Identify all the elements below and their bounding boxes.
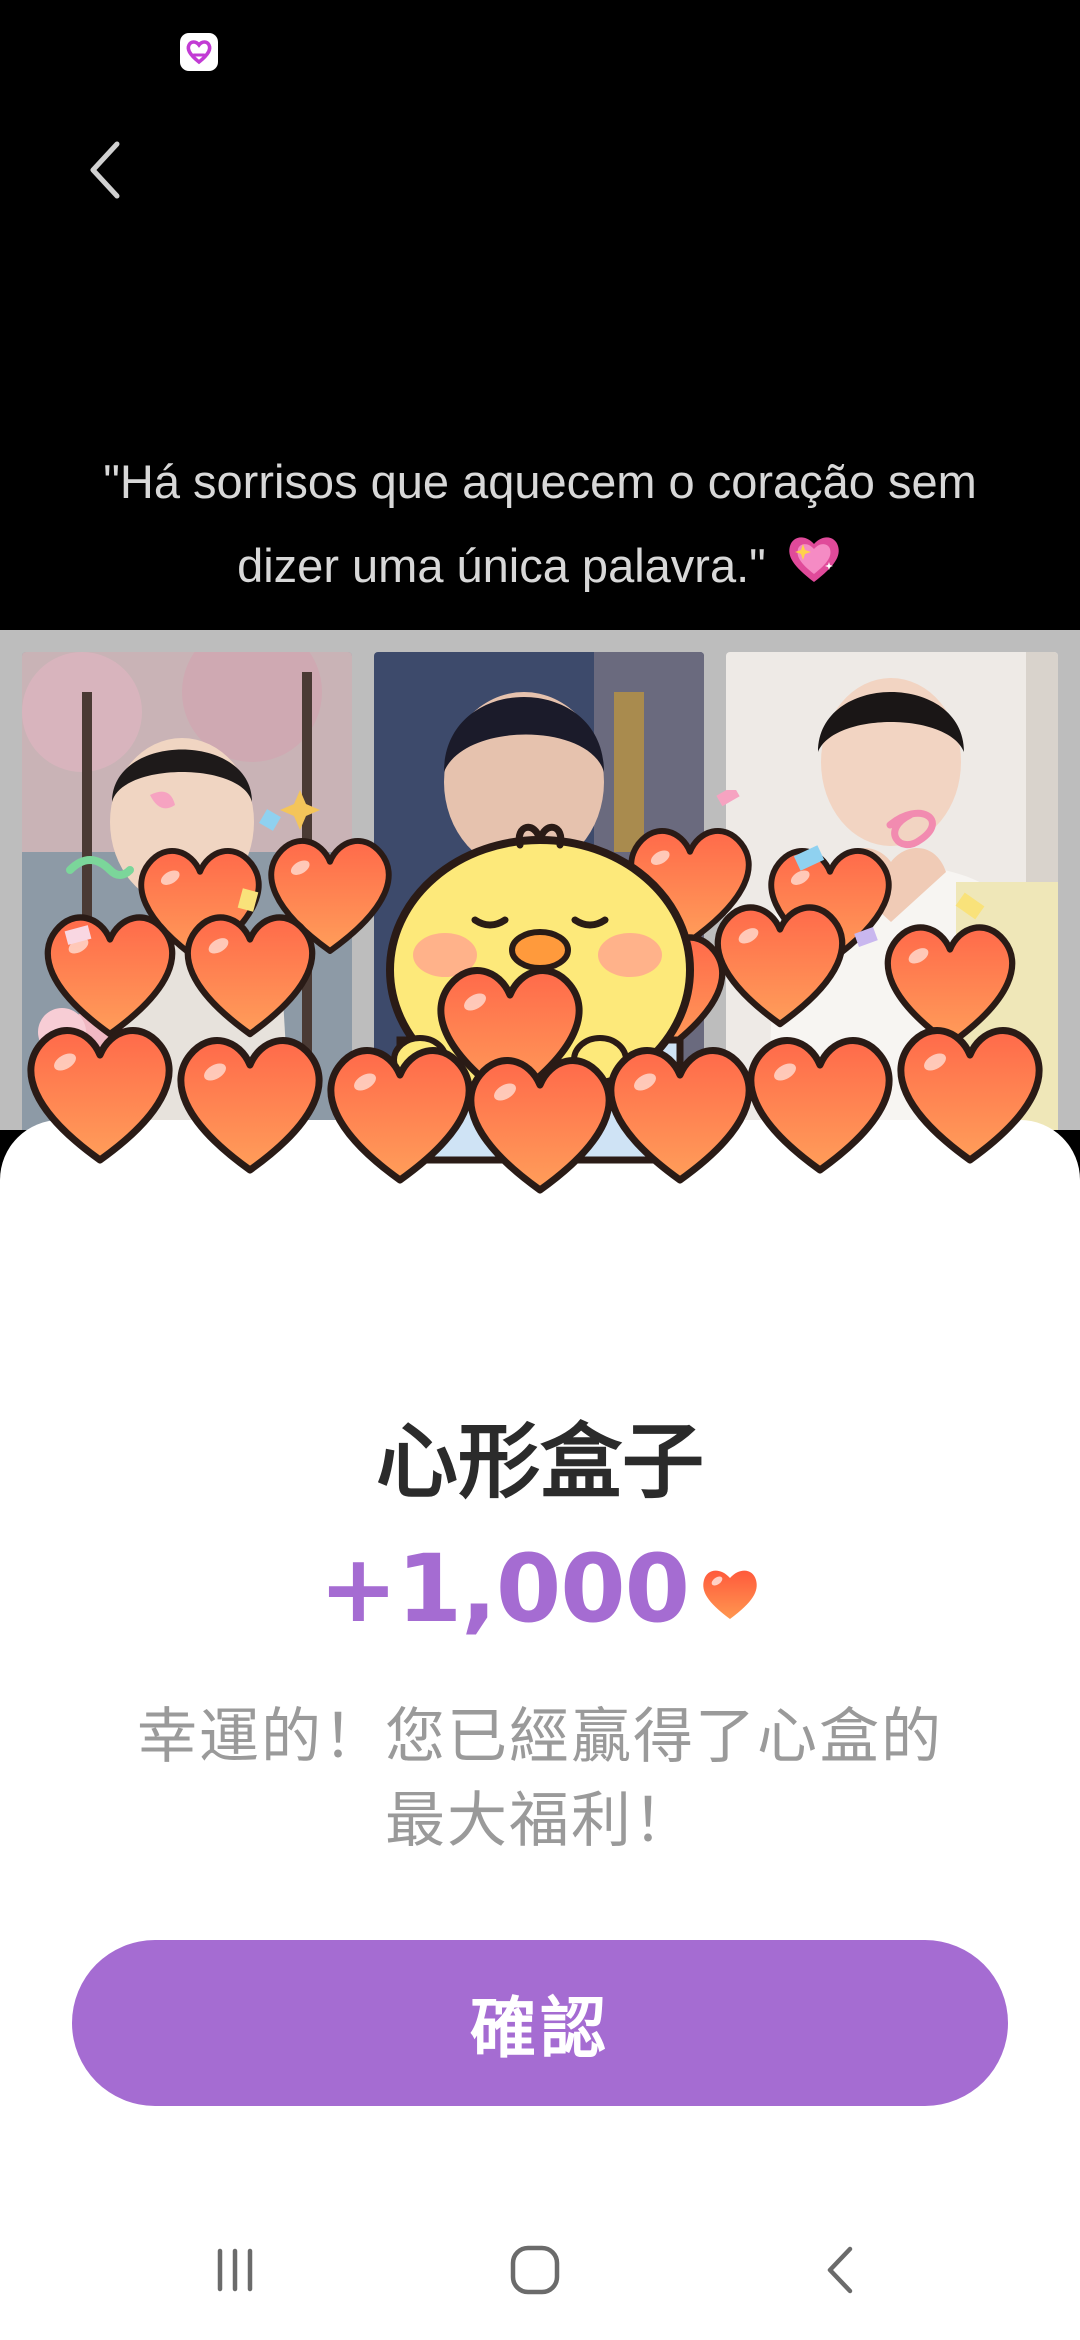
status-bar xyxy=(0,0,1080,100)
heart-app-icon xyxy=(180,33,218,71)
back-button[interactable] xyxy=(70,130,140,210)
reward-message-line-1: 幸運的！您已經贏得了心盒的 xyxy=(137,1702,943,1772)
home-button[interactable] xyxy=(485,2235,585,2305)
reward-message-line-2: 最大福利！ xyxy=(385,1786,695,1856)
reward-message: 幸運的！您已經贏得了心盒的 最大福利！ xyxy=(90,1695,990,1863)
back-icon xyxy=(827,2246,853,2294)
recents-icon xyxy=(217,2248,253,2292)
video-caption: "Há sorrisos que aquecem o coração sem d… xyxy=(30,440,1050,612)
chick-hearts-illustration xyxy=(0,785,1080,1310)
reward-amount: +1,000 xyxy=(318,1535,690,1644)
caption-line-2: dizer uma única palavra." xyxy=(237,539,766,592)
caption-line-1: "Há sorrisos que aquecem o coração sem xyxy=(103,455,977,508)
recents-button[interactable] xyxy=(185,2235,285,2305)
confirm-button[interactable]: 確認 xyxy=(72,1940,1008,2106)
heart-icon xyxy=(699,1565,761,1625)
sparkling-heart-icon xyxy=(785,528,843,612)
home-icon xyxy=(510,2245,560,2295)
system-back-button[interactable] xyxy=(790,2235,890,2305)
chevron-left-icon xyxy=(90,141,120,199)
reward-title: 心形盒子 xyxy=(375,1415,704,1510)
reward-amount-row: +1,000 xyxy=(0,1535,1080,1644)
system-nav-bar xyxy=(0,2180,1080,2340)
